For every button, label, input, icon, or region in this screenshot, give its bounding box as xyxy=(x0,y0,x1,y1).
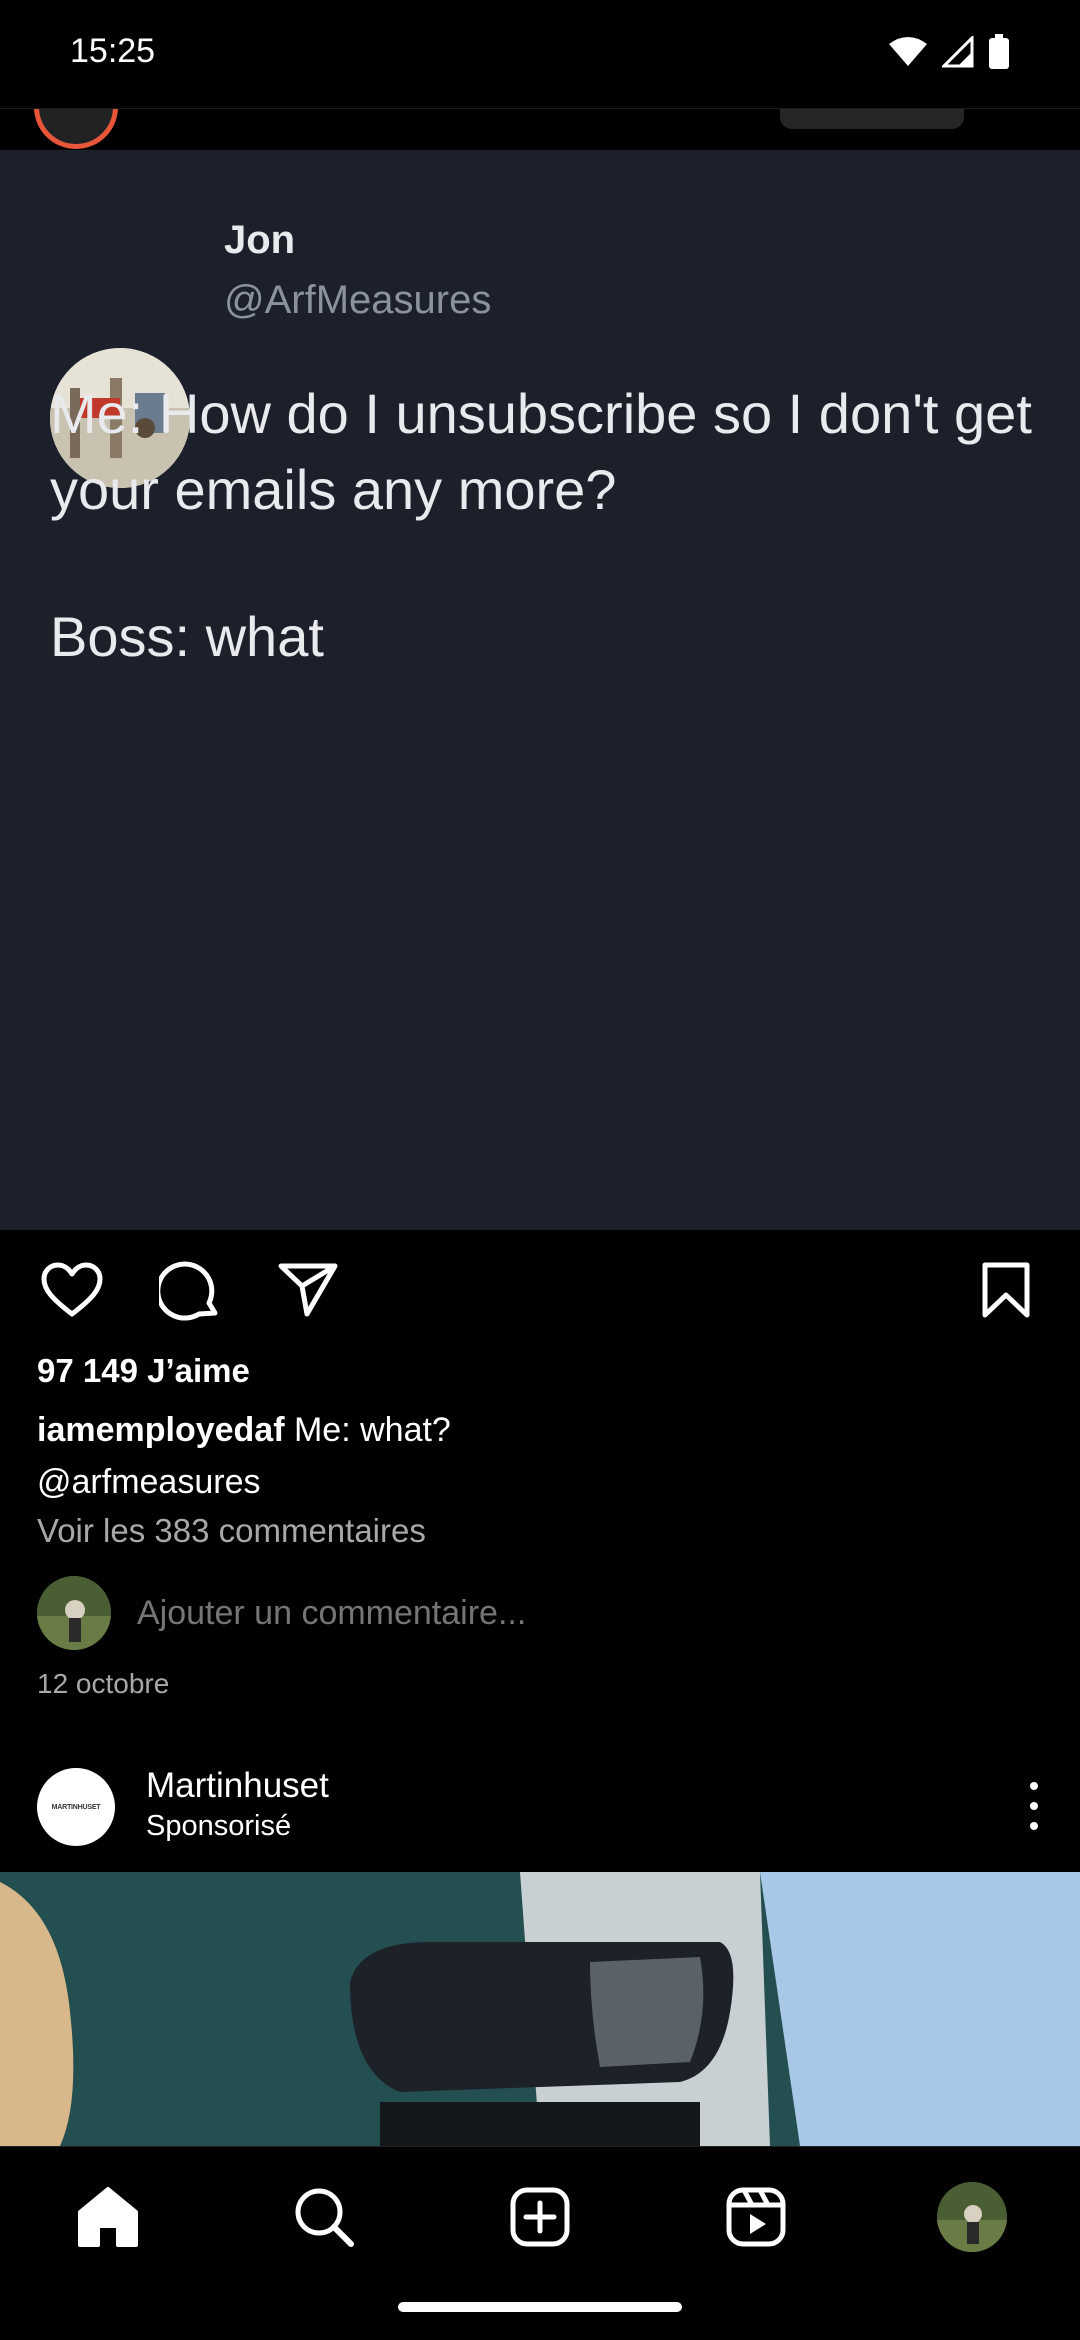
nav-create[interactable] xyxy=(500,2177,580,2257)
status-bar: 15:25 xyxy=(0,0,1080,108)
post-image[interactable]: Jon @ArfMeasures Me: How do I unsubscrib… xyxy=(0,150,1080,1230)
share-icon xyxy=(278,1263,338,1317)
nav-search[interactable] xyxy=(284,2177,364,2257)
tweet-text: Me: How do I unsubscribe so I don't get … xyxy=(50,382,1032,521)
comment-input[interactable] xyxy=(137,1594,937,1633)
view-comments-link[interactable]: Voir les 383 commentaires xyxy=(37,1512,426,1550)
create-icon xyxy=(510,2187,570,2247)
tweet-text-reply: Boss: what xyxy=(50,605,324,668)
sponsored-post-header: MARTINHUSET Martinhuset Sponsorisé xyxy=(0,1760,1080,1870)
home-indicator[interactable] xyxy=(398,2302,682,2312)
avatar xyxy=(937,2182,1007,2252)
caption-mention[interactable]: @arfmeasures xyxy=(37,1463,260,1501)
previous-post-header xyxy=(0,108,1080,150)
battery-icon xyxy=(989,34,1009,69)
nav-home[interactable] xyxy=(68,2177,148,2257)
status-time: 15:25 xyxy=(70,32,156,70)
search-icon xyxy=(295,2188,354,2247)
comment-icon xyxy=(159,1261,218,1321)
comment-button[interactable] xyxy=(158,1258,222,1322)
heart-icon xyxy=(41,1262,103,1317)
signal-icon xyxy=(942,36,974,68)
bookmark-icon xyxy=(982,1262,1030,1318)
avatar xyxy=(37,1576,111,1650)
tweet-author-handle: @ArfMeasures xyxy=(224,278,492,322)
like-button[interactable] xyxy=(40,1258,104,1322)
home-icon xyxy=(78,2187,138,2247)
sponsored-label: Sponsorisé xyxy=(146,1810,292,1842)
previous-post-follow-button[interactable] xyxy=(780,109,964,129)
like-count[interactable]: 97 149 J’aime xyxy=(37,1352,250,1390)
post-actions xyxy=(0,1230,1080,1350)
sponsor-avatar[interactable]: MARTINHUSET xyxy=(37,1768,115,1846)
sponsor-username[interactable]: Martinhuset xyxy=(146,1766,329,1806)
nav-profile[interactable] xyxy=(932,2177,1012,2257)
add-comment-row xyxy=(37,1576,1037,1652)
more-icon[interactable] xyxy=(1022,1782,1046,1830)
previous-post-avatar[interactable] xyxy=(34,109,118,149)
sponsored-post-image[interactable] xyxy=(0,1872,1080,2146)
post-caption: iamemployedaf Me: what? @arfmeasures xyxy=(37,1404,1037,1508)
caption-text: Me: what? xyxy=(293,1411,451,1449)
post-date: 12 octobre xyxy=(37,1668,170,1699)
reels-icon xyxy=(726,2187,786,2247)
nav-reels[interactable] xyxy=(716,2177,796,2257)
caption-username[interactable]: iamemployedaf xyxy=(37,1411,285,1449)
save-button[interactable] xyxy=(974,1258,1038,1322)
share-button[interactable] xyxy=(276,1258,340,1322)
wifi-icon xyxy=(889,37,927,66)
sponsor-avatar-logo: MARTINHUSET xyxy=(51,1803,101,1811)
tweet-author-name: Jon xyxy=(224,218,296,262)
status-icons xyxy=(888,34,1010,70)
